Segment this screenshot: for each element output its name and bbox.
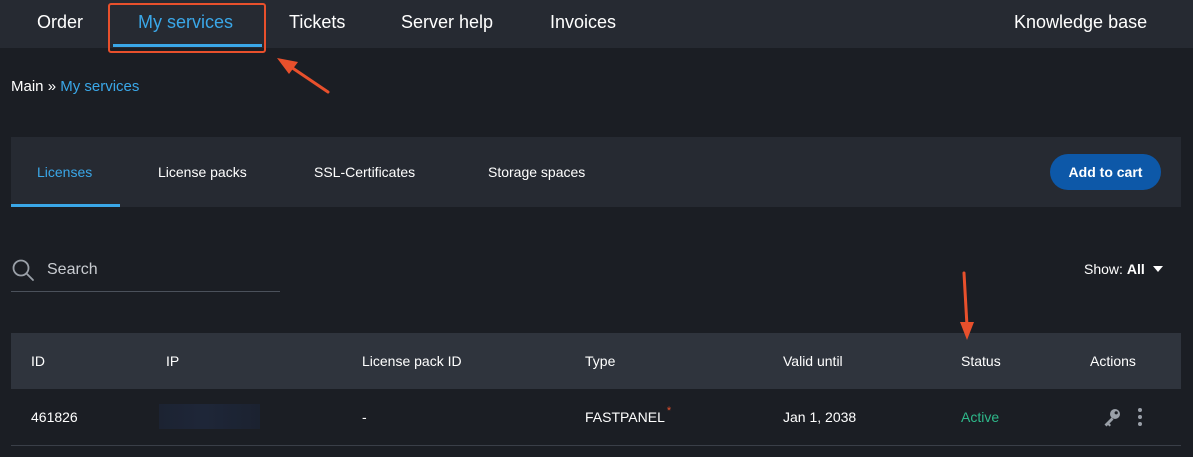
- column-header-status[interactable]: Status: [961, 333, 1001, 389]
- nav-item-invoices[interactable]: Invoices: [550, 0, 616, 48]
- active-tab-underline: [11, 204, 120, 207]
- cell-license-pack-id: -: [362, 409, 367, 425]
- cell-type: FASTPANEL *: [585, 389, 671, 445]
- annotation-highlight-box: [108, 3, 266, 53]
- column-header-ip[interactable]: IP: [166, 333, 179, 389]
- breadcrumb-root[interactable]: Main: [11, 78, 44, 95]
- kebab-menu-icon[interactable]: [1135, 406, 1145, 428]
- breadcrumb-separator: »: [47, 78, 57, 95]
- column-header-valid-until[interactable]: Valid until: [783, 333, 843, 389]
- column-header-type[interactable]: Type: [585, 333, 615, 389]
- annotation-arrow-nav: [277, 58, 330, 94]
- show-filter-label: Show:: [1084, 261, 1123, 277]
- status-badge: Active: [961, 409, 1000, 425]
- breadcrumb-current[interactable]: My services: [60, 78, 139, 95]
- column-header-id[interactable]: ID: [31, 333, 45, 389]
- search-icon: [12, 259, 34, 281]
- search-input[interactable]: [47, 254, 277, 286]
- key-icon[interactable]: [1102, 407, 1122, 427]
- cell-id: 461826: [31, 409, 78, 425]
- show-filter-dropdown[interactable]: Show: All: [1084, 261, 1163, 281]
- nav-item-order[interactable]: Order: [37, 0, 83, 48]
- service-tabs-panel: Licenses License packs SSL-Certificates …: [11, 137, 1181, 207]
- tab-licenses[interactable]: Licenses: [37, 137, 92, 207]
- tab-storage-spaces[interactable]: Storage spaces: [488, 137, 585, 207]
- add-to-cart-button[interactable]: Add to cart: [1050, 154, 1161, 190]
- nav-item-server-help[interactable]: Server help: [401, 0, 493, 48]
- column-header-license-pack-id[interactable]: License pack ID: [362, 333, 462, 389]
- cell-type-label: FASTPANEL: [585, 409, 665, 425]
- tab-ssl-certificates[interactable]: SSL-Certificates: [314, 137, 415, 207]
- nav-item-knowledge-base[interactable]: Knowledge base: [1014, 0, 1147, 48]
- annotation-arrow-status: [960, 271, 974, 340]
- cell-valid-until: Jan 1, 2038: [783, 409, 857, 425]
- chevron-down-icon: [1152, 266, 1163, 272]
- nav-item-tickets[interactable]: Tickets: [289, 0, 345, 48]
- breadcrumb: Main » My services: [11, 78, 139, 95]
- column-header-actions: Actions: [1090, 353, 1136, 369]
- cell-ip-redacted: [159, 404, 260, 429]
- tab-license-packs[interactable]: License packs: [158, 137, 247, 207]
- show-filter-value: All: [1126, 261, 1145, 277]
- search-field: [11, 252, 280, 292]
- table-header: ID IP License pack ID Type Valid until S…: [11, 333, 1181, 389]
- table-row[interactable]: 461826 - FASTPANEL * Jan 1, 2038 Active: [11, 389, 1181, 446]
- type-marker: *: [666, 405, 672, 417]
